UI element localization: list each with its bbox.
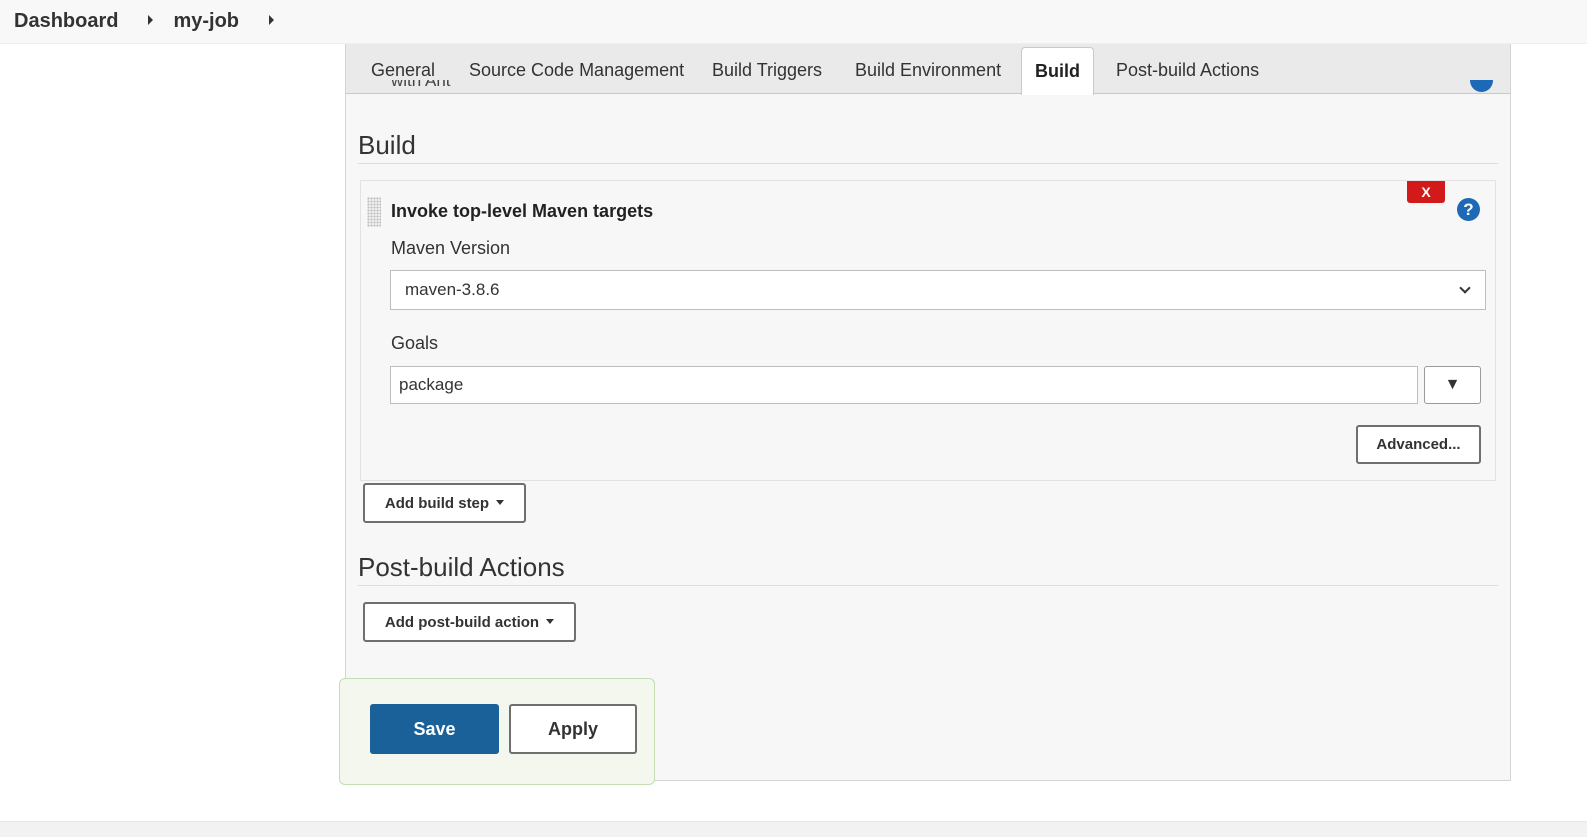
add-build-step-label: Add build step (384, 494, 490, 512)
caret-down-icon (546, 618, 555, 624)
add-post-build-action-button[interactable]: Add post-build action (363, 602, 576, 642)
expand-goals-button[interactable]: ▼ (1424, 366, 1481, 404)
chevron-down-icon (1459, 281, 1471, 294)
tab-build-triggers[interactable]: Build Triggers (712, 60, 822, 81)
tab-build[interactable]: Build (1021, 47, 1094, 95)
clipped-previous-step-text: with Ant (391, 80, 451, 90)
post-build-section-divider (358, 585, 1498, 586)
build-section-divider (358, 163, 1498, 164)
help-icon[interactable]: ? (1457, 198, 1480, 221)
build-section-title: Build (358, 130, 416, 160)
breadcrumb-my-job[interactable]: my-job (173, 10, 239, 33)
advanced-button[interactable]: Advanced... (1356, 425, 1481, 464)
goals-label: Goals (391, 333, 439, 353)
post-build-section-title: Post-build Actions (358, 552, 565, 582)
tab-build-environment[interactable]: Build Environment (855, 60, 1001, 81)
footer (0, 821, 1587, 837)
breadcrumb-separator-icon[interactable] (148, 14, 154, 25)
tab-source-code-management[interactable]: Source Code Management (469, 60, 684, 81)
save-button[interactable]: Save (370, 704, 499, 754)
breadcrumb-menu-icon[interactable] (269, 14, 275, 25)
maven-version-value: maven-3.8.6 (405, 280, 500, 299)
add-build-step-button[interactable]: Add build step (363, 483, 526, 523)
config-tabs: General Source Code Management Build Tri… (346, 44, 1510, 95)
drag-handle-icon[interactable] (367, 197, 381, 227)
save-apply-bar: Save Apply (339, 678, 655, 785)
apply-button[interactable]: Apply (509, 704, 637, 754)
tab-post-build-actions[interactable]: Post-build Actions (1116, 60, 1259, 81)
remove-step-button[interactable]: X (1407, 181, 1445, 203)
breadcrumb: Dashboard my-job (0, 0, 1587, 44)
add-post-build-action-label: Add post-build action (384, 613, 540, 631)
maven-build-step: Invoke top-level Maven targets X ? Maven… (360, 180, 1496, 481)
build-step-title: Invoke top-level Maven targets (391, 201, 654, 221)
maven-version-select[interactable]: maven-3.8.6 (390, 270, 1486, 310)
tab-general[interactable]: General (371, 60, 435, 81)
goals-value: package (399, 375, 464, 394)
goals-input[interactable]: package (390, 366, 1418, 404)
maven-version-label: Maven Version (391, 238, 511, 258)
job-config-panel: General Source Code Management Build Tri… (345, 44, 1511, 781)
caret-down-icon (496, 499, 505, 505)
breadcrumb-dashboard[interactable]: Dashboard (14, 10, 118, 33)
